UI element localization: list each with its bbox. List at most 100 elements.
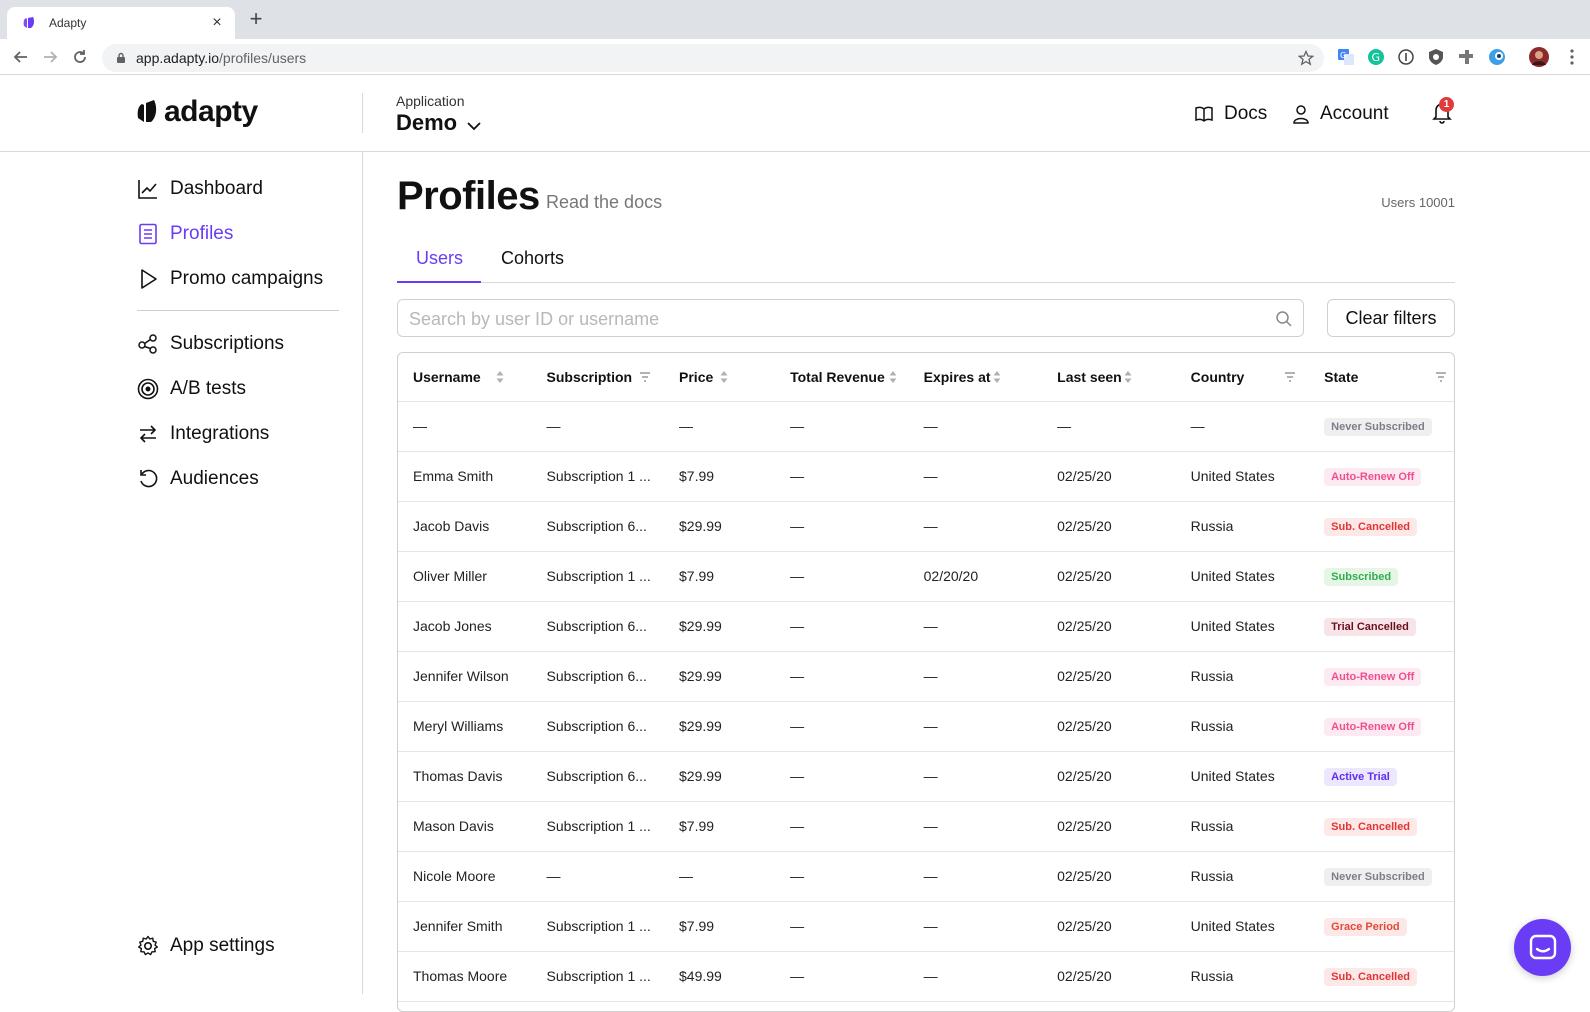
puzzle-extension-icon[interactable] xyxy=(1457,48,1475,66)
cell-expires: — xyxy=(908,751,1043,802)
search-input[interactable] xyxy=(409,307,1249,331)
cell-revenue: — xyxy=(775,701,909,752)
play-icon xyxy=(141,269,157,289)
shield-extension-icon[interactable] xyxy=(1427,48,1445,66)
sort-icon[interactable] xyxy=(494,369,506,385)
logo-text: adapty xyxy=(164,95,258,128)
sidebar-item-subscriptions[interactable]: Subscriptions xyxy=(137,330,284,358)
info-extension-icon[interactable] xyxy=(1397,48,1415,66)
cell-expires: — xyxy=(908,451,1043,502)
bookmark-star-icon[interactable] xyxy=(1298,50,1314,66)
table-row[interactable]: Jennifer Wilson Subscription 6... $29.99— —… xyxy=(398,651,1454,702)
table-row[interactable]: — — — — — — — Never Subscribed xyxy=(398,401,1454,452)
table-row[interactable]: Oliver Miller Subscription 1 ... $7.99—02/… xyxy=(398,551,1454,602)
column-header-label: State xyxy=(1324,368,1359,385)
table-row[interactable]: Meryl Williams Subscription 6... $29.99— —0… xyxy=(398,701,1454,752)
account-link[interactable]: Account xyxy=(1292,103,1389,125)
clear-filters-button[interactable]: Clear filters xyxy=(1327,299,1455,337)
column-header-total-revenue[interactable]: Total Revenue xyxy=(775,353,909,402)
filter-icon[interactable] xyxy=(1284,369,1296,385)
sidebar-item-ab-tests[interactable]: A/B tests xyxy=(137,375,246,403)
cell-price: $7.99 xyxy=(664,551,776,602)
sidebar-item-profiles[interactable]: Profiles xyxy=(137,220,233,248)
cell-state: Auto-Renew Off xyxy=(1309,451,1454,502)
cell-subscription: Subscription 1 ... xyxy=(531,551,665,602)
cell-username: Jacob Davis xyxy=(398,501,532,552)
cell-state: Active Trial xyxy=(1309,751,1454,802)
sort-icon[interactable] xyxy=(1122,369,1134,385)
back-arrow-icon[interactable] xyxy=(11,47,31,67)
cell-expires: 02/20/20 xyxy=(908,551,1043,602)
status-badge: Sub. Cancelled xyxy=(1324,517,1418,536)
column-header-expires-at[interactable]: Expires at xyxy=(908,353,1043,402)
sidebar-item-integrations[interactable]: Integrations xyxy=(137,420,269,448)
profile-avatar-icon[interactable] xyxy=(1528,46,1550,68)
column-header-label: Subscription xyxy=(546,368,633,385)
cell-price: $29.99 xyxy=(664,651,776,702)
cell-country: Russia xyxy=(1175,801,1310,852)
cell-subscription: Subscription 6... xyxy=(531,601,665,652)
tab-users[interactable]: Users xyxy=(416,248,463,269)
cell-subscription: Subscription 6... xyxy=(531,701,665,752)
cell-country: United States xyxy=(1175,901,1310,952)
table-row[interactable]: Jennifer Smith Subscription 1 ... $7.99— —0… xyxy=(398,901,1454,952)
cell-subscription: Subscription 1 ... xyxy=(531,801,665,852)
filter-icon[interactable] xyxy=(639,369,651,385)
new-tab-icon[interactable]: + xyxy=(246,8,266,30)
reload-icon[interactable] xyxy=(70,47,90,67)
target-icon xyxy=(137,378,159,400)
active-tab-indicator xyxy=(397,281,481,283)
chat-launcher-button[interactable] xyxy=(1514,919,1571,976)
cell-revenue: — xyxy=(775,601,909,652)
column-header-subscription[interactable]: Subscription xyxy=(531,353,665,402)
adapty-logo[interactable]: adapty xyxy=(136,95,258,129)
sidebar-item-app-settings[interactable]: App settings xyxy=(137,932,275,960)
url-bar[interactable]: app.adapty.io/profiles/users xyxy=(102,44,1324,72)
cell-last-seen: — xyxy=(1042,401,1176,452)
sidebar-item-label: Promo campaigns xyxy=(170,268,324,289)
cell-country: United States xyxy=(1175,601,1310,652)
sidebar-item-promo-campaigns[interactable]: Promo campaigns xyxy=(137,265,323,293)
column-header-label: Price xyxy=(679,368,714,385)
cell-expires: — xyxy=(908,801,1043,852)
users-count: Users 10001 xyxy=(1381,195,1455,210)
sort-icon[interactable] xyxy=(991,369,1003,385)
svg-text:G: G xyxy=(1340,51,1346,60)
sidebar-item-label: Subscriptions xyxy=(170,333,285,354)
forward-arrow-icon[interactable] xyxy=(40,47,60,67)
sidebar-item-dashboard[interactable]: Dashboard xyxy=(137,175,263,203)
grammarly-extension-icon[interactable]: G xyxy=(1367,48,1385,66)
table-row[interactable]: Jacob Davis Subscription 6... $29.99— —02/2… xyxy=(398,501,1454,552)
sidebar-item-audiences[interactable]: Audiences xyxy=(137,465,259,493)
column-header-state[interactable]: State xyxy=(1309,353,1454,402)
application-selector[interactable]: Application Demo xyxy=(396,93,482,136)
column-header-username[interactable]: Username xyxy=(398,353,532,402)
sort-icon[interactable] xyxy=(718,369,730,385)
globe-extension-icon[interactable] xyxy=(1488,48,1506,66)
table-row[interactable]: Emma Smith Subscription 1 ... $7.99— —02/25… xyxy=(398,451,1454,502)
tab-cohorts[interactable]: Cohorts xyxy=(501,248,564,269)
read-docs-link[interactable]: Read the docs xyxy=(546,192,662,213)
column-header-last-seen[interactable]: Last seen xyxy=(1042,353,1176,402)
column-header-country[interactable]: Country xyxy=(1175,353,1310,402)
profile-tabs: Users Cohorts xyxy=(397,240,1455,283)
browser-menu-icon[interactable] xyxy=(1563,48,1581,66)
column-header-price[interactable]: Price xyxy=(664,353,776,402)
filter-icon[interactable] xyxy=(1435,369,1447,385)
browser-tab[interactable]: Adapty × xyxy=(7,7,235,39)
table-row[interactable]: Nicole Moore — — — —02/25/20 Russia Never Subs… xyxy=(398,851,1454,902)
translate-extension-icon[interactable]: G xyxy=(1337,48,1355,66)
account-label: Account xyxy=(1320,103,1389,124)
table-row[interactable]: Thomas Davis Subscription 6... $29.99— —02/… xyxy=(398,751,1454,802)
close-tab-icon[interactable]: × xyxy=(209,14,225,32)
table-row[interactable]: Mason Davis Subscription 1 ... $7.99— —02/2… xyxy=(398,801,1454,852)
app-header: adapty Application Demo Docs Account 1 xyxy=(0,75,1590,152)
sidebar-item-label: Integrations xyxy=(170,423,270,444)
sort-icon[interactable] xyxy=(887,369,899,385)
cell-state: Sub. Cancelled xyxy=(1309,501,1454,552)
search-icon[interactable] xyxy=(1275,310,1293,328)
docs-link[interactable]: Docs xyxy=(1194,103,1267,125)
table-row[interactable]: Jacob Jones Subscription 6... $29.99— —02/2… xyxy=(398,601,1454,652)
cell-state: Never Subscribed xyxy=(1309,851,1454,902)
status-badge: Auto-Renew Off xyxy=(1324,667,1422,686)
